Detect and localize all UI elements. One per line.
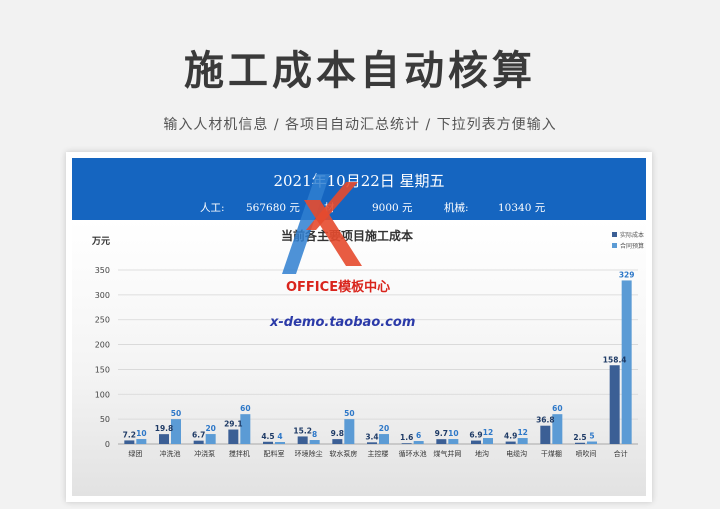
x-category-label: 环境除尘 — [295, 449, 323, 458]
bar-actual — [228, 429, 239, 444]
y-tick-label: 350 — [95, 266, 110, 275]
page-subtitle: 输入人材机信息 / 各项目自动汇总统计 / 下拉列表方便输入 — [163, 117, 557, 133]
data-label: 20 — [205, 424, 215, 433]
bar-budget — [448, 439, 459, 444]
data-label: 10 — [448, 429, 458, 438]
y-tick-label: 300 — [95, 291, 110, 300]
machine-value: 10340 元 — [498, 202, 546, 214]
y-tick-label: 0 — [105, 440, 110, 449]
data-label: 15.2 — [293, 426, 312, 435]
data-label: 12 — [483, 428, 493, 437]
data-label: 158.4 — [603, 355, 627, 364]
bar-actual — [159, 434, 169, 444]
bar-budget — [587, 441, 597, 444]
bar-actual — [367, 442, 377, 444]
data-label: 4.9 — [504, 432, 517, 441]
bar-actual — [193, 440, 204, 444]
data-label: 60 — [240, 404, 250, 413]
bar-budget — [344, 419, 355, 444]
x-category-label: 冲洗池 — [160, 449, 181, 458]
x-category-label: 干煤棚 — [541, 449, 562, 458]
cost-chart-area: 0 50 100 150 200 250 300 350 7.2 10 绿团 19.8 50 冲洗池 6.… — [72, 174, 646, 496]
data-label: 20 — [379, 424, 389, 433]
y-tick-label: 100 — [95, 390, 110, 399]
machine-label: 机械: — [444, 202, 469, 214]
bar-budget — [136, 439, 147, 444]
bar-budget — [205, 434, 216, 444]
legend-label: 实际成本 — [620, 231, 644, 239]
x-category-label: 合计 — [614, 449, 628, 458]
data-label: 5 — [589, 432, 594, 441]
watermark-url: x-demo.taobao.com — [270, 315, 416, 330]
legend-label: 合同预算 — [620, 242, 644, 250]
y-tick-label: 250 — [95, 316, 110, 325]
bar-budget — [379, 434, 389, 444]
x-category-label: 配料室 — [264, 449, 285, 458]
x-category-label: 搅拌机 — [229, 449, 250, 458]
x-category-label: 喷吹间 — [576, 449, 597, 458]
data-label: 4.5 — [261, 432, 274, 441]
bar-actual — [297, 436, 308, 444]
x-category-label: 绿团 — [128, 449, 142, 458]
page-title: 施工成本自动核算 — [184, 48, 536, 94]
bar-actual — [436, 439, 447, 444]
data-label: 9.8 — [331, 429, 344, 438]
bar-budget — [309, 440, 320, 444]
data-label: 29.1 — [224, 420, 243, 429]
data-label: 50 — [344, 409, 354, 418]
data-label: 6.7 — [192, 431, 205, 440]
bar-budget — [413, 441, 424, 444]
bar-actual — [263, 441, 273, 444]
bar-actual — [575, 442, 585, 444]
data-label: 8 — [312, 430, 317, 439]
x-category-label: 主控楼 — [368, 449, 389, 458]
data-label: 19.8 — [155, 424, 174, 433]
y-tick-label: 50 — [100, 415, 110, 424]
cost-dashboard-card: 2021年10月22日 星期五 人工: 567680 元 材 9000 元 机械… — [66, 152, 652, 502]
x-category-label: 软水泵房 — [329, 449, 357, 458]
watermark-brand: OFFICE模板中心 — [286, 280, 391, 295]
y-tick-label: 150 — [95, 365, 110, 374]
data-label: 6 — [416, 431, 421, 440]
data-label: 10 — [136, 429, 146, 438]
data-label: 9.7 — [435, 429, 448, 438]
data-label: 7.2 — [123, 430, 136, 439]
data-label: 3.4 — [365, 432, 378, 441]
bar-actual — [332, 439, 343, 444]
bar-budget — [275, 442, 285, 444]
data-label: 50 — [171, 409, 181, 418]
bar-actual — [401, 443, 412, 445]
legend-swatch — [612, 243, 617, 248]
bar-actual — [471, 440, 481, 444]
data-label: 12 — [517, 428, 527, 437]
chart-legend: 实际成本合同预算 — [612, 231, 644, 250]
data-label: 2.5 — [573, 433, 586, 442]
x-category-label: 电缆沟 — [506, 449, 527, 458]
bar-actual — [124, 440, 135, 444]
x-logo-watermark — [282, 174, 362, 274]
x-category-label: 冲浇泵 — [194, 449, 215, 458]
x-category-label: 煤气井网 — [433, 449, 461, 458]
legend-swatch — [612, 232, 617, 237]
bar-actual — [540, 425, 551, 444]
x-category-label: 地沟 — [475, 449, 489, 458]
data-label: 36.8 — [536, 416, 555, 425]
data-label: 6.9 — [469, 431, 482, 440]
bar-actual — [505, 441, 516, 444]
y-tick-label: 200 — [95, 341, 110, 350]
data-label: 1.6 — [400, 433, 413, 442]
labor-label: 人工: — [200, 202, 225, 214]
data-label: 4 — [277, 432, 282, 441]
y-axis-label: 万元 — [91, 236, 110, 247]
material-value: 9000 元 — [372, 202, 413, 214]
bar-actual — [609, 365, 620, 444]
x-category-label: 循环水池 — [399, 449, 427, 458]
bar-budget — [517, 438, 528, 444]
bar-budget — [483, 438, 493, 444]
data-label: 60 — [552, 404, 562, 413]
data-label: 329 — [619, 270, 635, 279]
